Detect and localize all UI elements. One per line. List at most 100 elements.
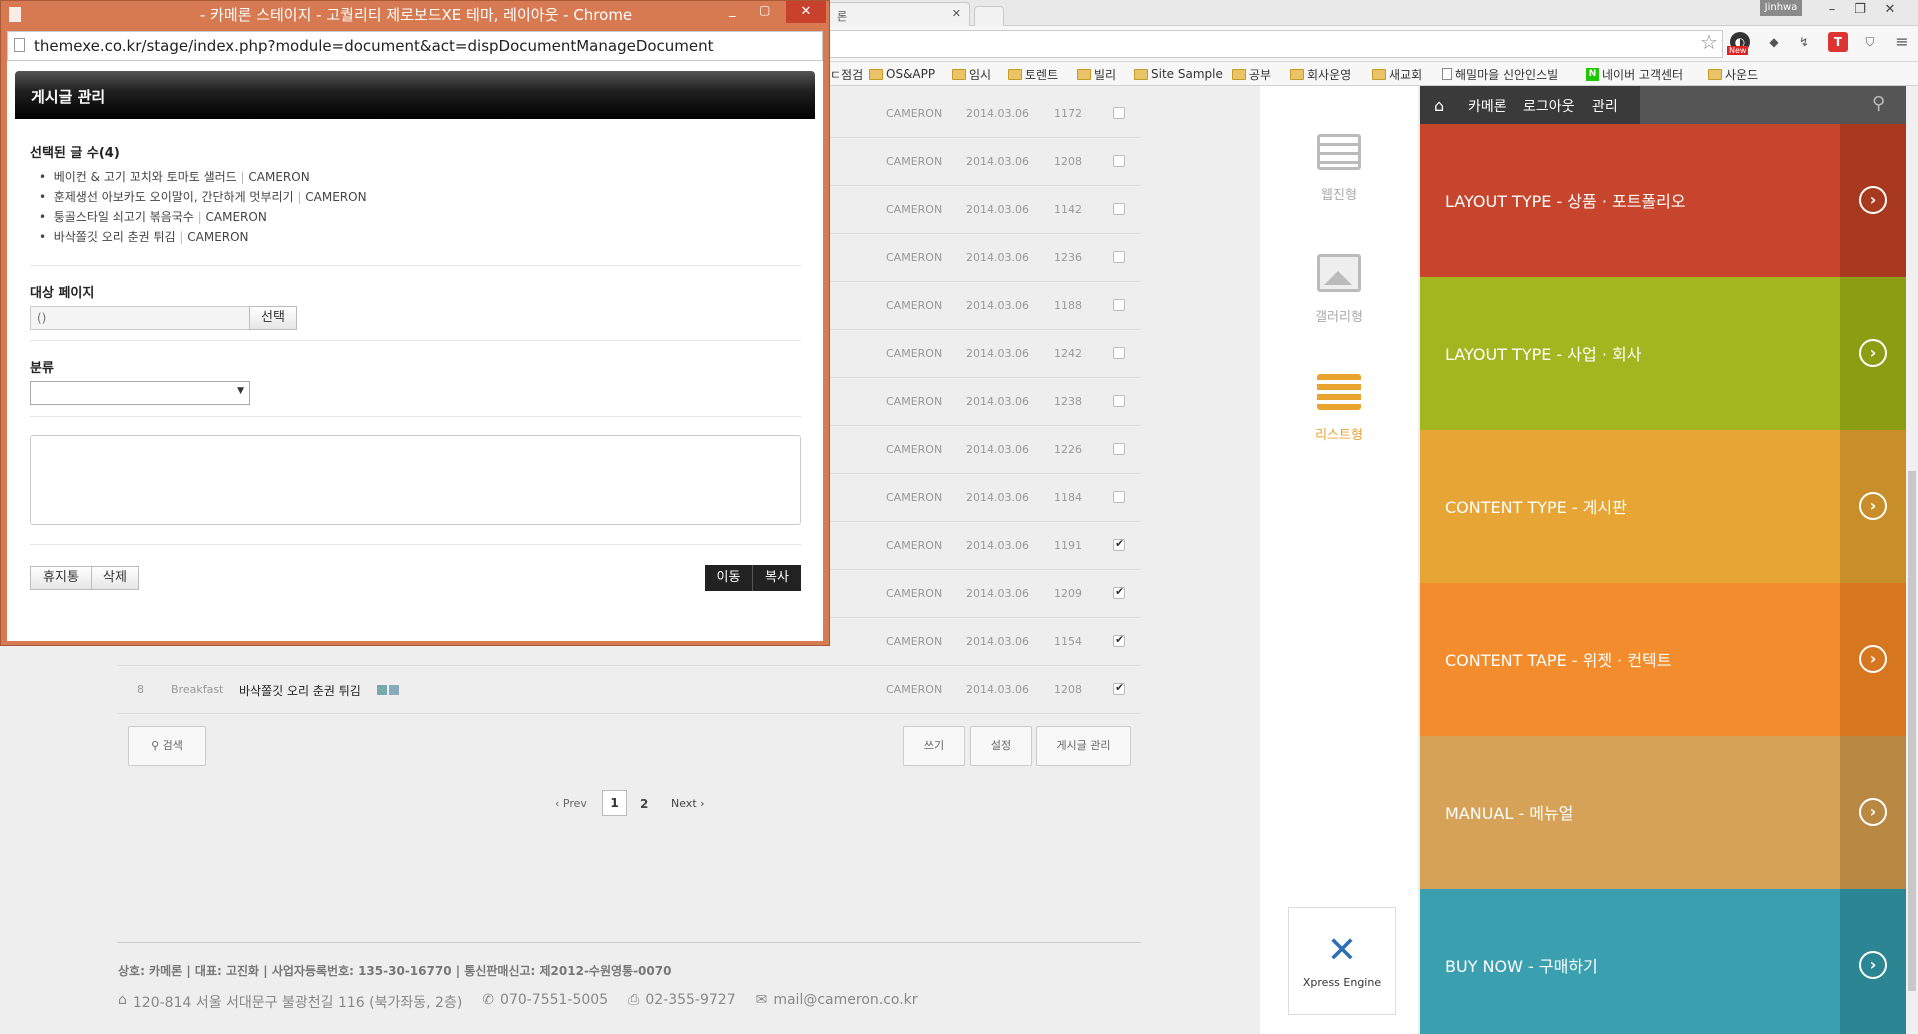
- star-icon[interactable]: ☆: [1700, 30, 1718, 54]
- minimize-icon[interactable]: –: [1818, 0, 1846, 20]
- row-author[interactable]: CAMERON: [886, 683, 942, 696]
- tile-arrow-area[interactable]: ›: [1840, 124, 1906, 277]
- shield-icon[interactable]: ⛉: [1860, 32, 1880, 52]
- user-badge[interactable]: Jinhwa: [1760, 0, 1802, 16]
- row-checkbox[interactable]: [1113, 347, 1125, 359]
- popup-address-bar[interactable]: themexe.co.kr/stage/index.php?module=doc…: [7, 31, 823, 61]
- prev-page-link[interactable]: ‹ Prev: [555, 797, 587, 810]
- next-page-link[interactable]: Next ›: [671, 797, 705, 810]
- tab-close-icon[interactable]: ✕: [952, 7, 961, 20]
- row-author[interactable]: CAMERON: [886, 251, 942, 264]
- row-checkbox[interactable]: [1113, 681, 1125, 695]
- delete-button[interactable]: 삭제: [91, 566, 139, 590]
- view-webzine[interactable]: 웹진형: [1260, 134, 1418, 203]
- bookmark-item[interactable]: 임시: [952, 66, 991, 82]
- menu-icon[interactable]: ≡: [1892, 32, 1912, 52]
- row-author[interactable]: CAMERON: [886, 299, 942, 312]
- row-checkbox[interactable]: [1113, 633, 1125, 647]
- page-scrollbar[interactable]: [1906, 86, 1918, 1034]
- message-textarea[interactable]: [30, 435, 801, 525]
- search-icon[interactable]: ⚲: [1872, 93, 1885, 114]
- row-checkbox[interactable]: [1113, 203, 1125, 215]
- nav-logout[interactable]: 로그아웃: [1523, 96, 1575, 116]
- extension-icon[interactable]: ↯: [1794, 32, 1814, 52]
- row-checkbox[interactable]: [1113, 491, 1125, 503]
- menu-tile[interactable]: LAYOUT TYPE - 상품 · 포트폴리오 ›: [1420, 124, 1906, 277]
- bookmark-item[interactable]: 빌리: [1077, 66, 1116, 82]
- category-select[interactable]: ▼: [30, 381, 250, 405]
- row-author[interactable]: CAMERON: [886, 203, 942, 216]
- menu-tile[interactable]: BUY NOW - 구매하기 ›: [1420, 889, 1906, 1034]
- nav-cameron[interactable]: 카메론: [1468, 96, 1507, 116]
- close-icon[interactable]: ✕: [786, 1, 826, 23]
- move-button[interactable]: 이동: [705, 565, 753, 591]
- new-tab-button[interactable]: [974, 6, 1004, 26]
- extension-icon[interactable]: T: [1828, 32, 1848, 52]
- trash-button[interactable]: 휴지통: [30, 566, 92, 590]
- row-author[interactable]: CAMERON: [886, 107, 942, 120]
- row-author[interactable]: CAMERON: [886, 587, 942, 600]
- row-author[interactable]: CAMERON: [886, 395, 942, 408]
- bookmark-item[interactable]: 회사운영: [1290, 66, 1351, 82]
- row-category[interactable]: Breakfast: [171, 683, 223, 696]
- write-button[interactable]: 쓰기: [903, 726, 965, 766]
- select-target-button[interactable]: 선택: [249, 306, 297, 330]
- row-checkbox[interactable]: [1113, 107, 1125, 119]
- xpress-engine-logo[interactable]: ✕ Xpress Engine: [1288, 907, 1396, 1015]
- menu-tile[interactable]: CONTENT TYPE - 게시판 ›: [1420, 430, 1906, 583]
- address-bar[interactable]: [830, 30, 1723, 58]
- search-button[interactable]: ⚲ 검색: [128, 726, 206, 766]
- bookmark-item[interactable]: 공부: [1232, 66, 1271, 82]
- bookmark-label: 회사운영: [1307, 67, 1352, 82]
- row-author[interactable]: CAMERON: [886, 347, 942, 360]
- row-author[interactable]: CAMERON: [886, 155, 942, 168]
- browser-tab[interactable]: 론 ✕: [828, 2, 970, 26]
- tile-arrow-area[interactable]: ›: [1840, 583, 1906, 736]
- home-icon[interactable]: ⌂: [1434, 96, 1444, 115]
- extension-icon[interactable]: ◆: [1764, 32, 1784, 52]
- row-author[interactable]: CAMERON: [886, 539, 942, 552]
- tile-arrow-area[interactable]: ›: [1840, 430, 1906, 583]
- row-author[interactable]: CAMERON: [886, 491, 942, 504]
- bookmark-item[interactable]: 해밀마을 신안인스빌: [1442, 66, 1558, 82]
- view-list[interactable]: 리스트형: [1260, 374, 1418, 443]
- row-checkbox[interactable]: [1113, 537, 1125, 551]
- row-checkbox[interactable]: [1113, 443, 1125, 455]
- bookmark-item[interactable]: N 네이버 고객센터: [1586, 66, 1683, 82]
- close-icon[interactable]: ✕: [1876, 0, 1904, 20]
- row-checkbox[interactable]: [1113, 251, 1125, 263]
- row-author[interactable]: CAMERON: [886, 635, 942, 648]
- copy-button[interactable]: 복사: [753, 565, 801, 591]
- restore-icon[interactable]: ❐: [1846, 0, 1874, 20]
- row-checkbox[interactable]: [1113, 395, 1125, 407]
- menu-tile[interactable]: CONTENT TAPE - 위젯 · 컨텍트 ›: [1420, 583, 1906, 736]
- minimize-icon[interactable]: _: [729, 3, 736, 18]
- bookmark-item[interactable]: 새교회: [1372, 66, 1422, 82]
- row-title[interactable]: 바삭쫄깃 오리 춘권 튀김: [239, 682, 361, 699]
- bookmark-item[interactable]: OS&APP: [869, 66, 935, 82]
- maximize-icon[interactable]: ▢: [759, 3, 770, 17]
- row-checkbox[interactable]: [1113, 299, 1125, 311]
- tile-arrow-area[interactable]: ›: [1840, 889, 1906, 1034]
- view-gallery[interactable]: 갤러리형: [1260, 254, 1418, 325]
- row-author[interactable]: CAMERON: [886, 443, 942, 456]
- bookmark-item[interactable]: 토렌트: [1008, 66, 1058, 82]
- row-checkbox[interactable]: [1113, 585, 1125, 599]
- target-page-field[interactable]: (): [30, 306, 250, 330]
- tile-arrow-area[interactable]: ›: [1840, 736, 1906, 889]
- menu-tile[interactable]: MANUAL - 메뉴얼 ›: [1420, 736, 1906, 889]
- nav-admin[interactable]: 관리: [1592, 96, 1618, 116]
- tile-arrow-area[interactable]: ›: [1840, 277, 1906, 430]
- bookmark-item[interactable]: 사운드: [1708, 66, 1758, 82]
- row-checkbox[interactable]: [1113, 155, 1125, 167]
- page-1-link[interactable]: 1: [602, 790, 627, 816]
- bookmark-item[interactable]: Site Sample: [1134, 66, 1223, 82]
- page-2-link[interactable]: 2: [640, 797, 648, 811]
- table-row[interactable]: 8 Breakfast 바삭쫄깃 오리 춘권 튀김 CAMERON 2014.0…: [117, 666, 1140, 714]
- footer-email[interactable]: mail@cameron.co.kr: [773, 992, 917, 1012]
- bookmark-item[interactable]: ㄷ점검: [830, 66, 863, 82]
- settings-button[interactable]: 설정: [970, 726, 1032, 766]
- manage-posts-button[interactable]: 게시글 관리: [1036, 726, 1131, 766]
- menu-tile[interactable]: LAYOUT TYPE - 사업 · 회사 ›: [1420, 277, 1906, 430]
- scrollbar-thumb[interactable]: [1908, 471, 1916, 991]
